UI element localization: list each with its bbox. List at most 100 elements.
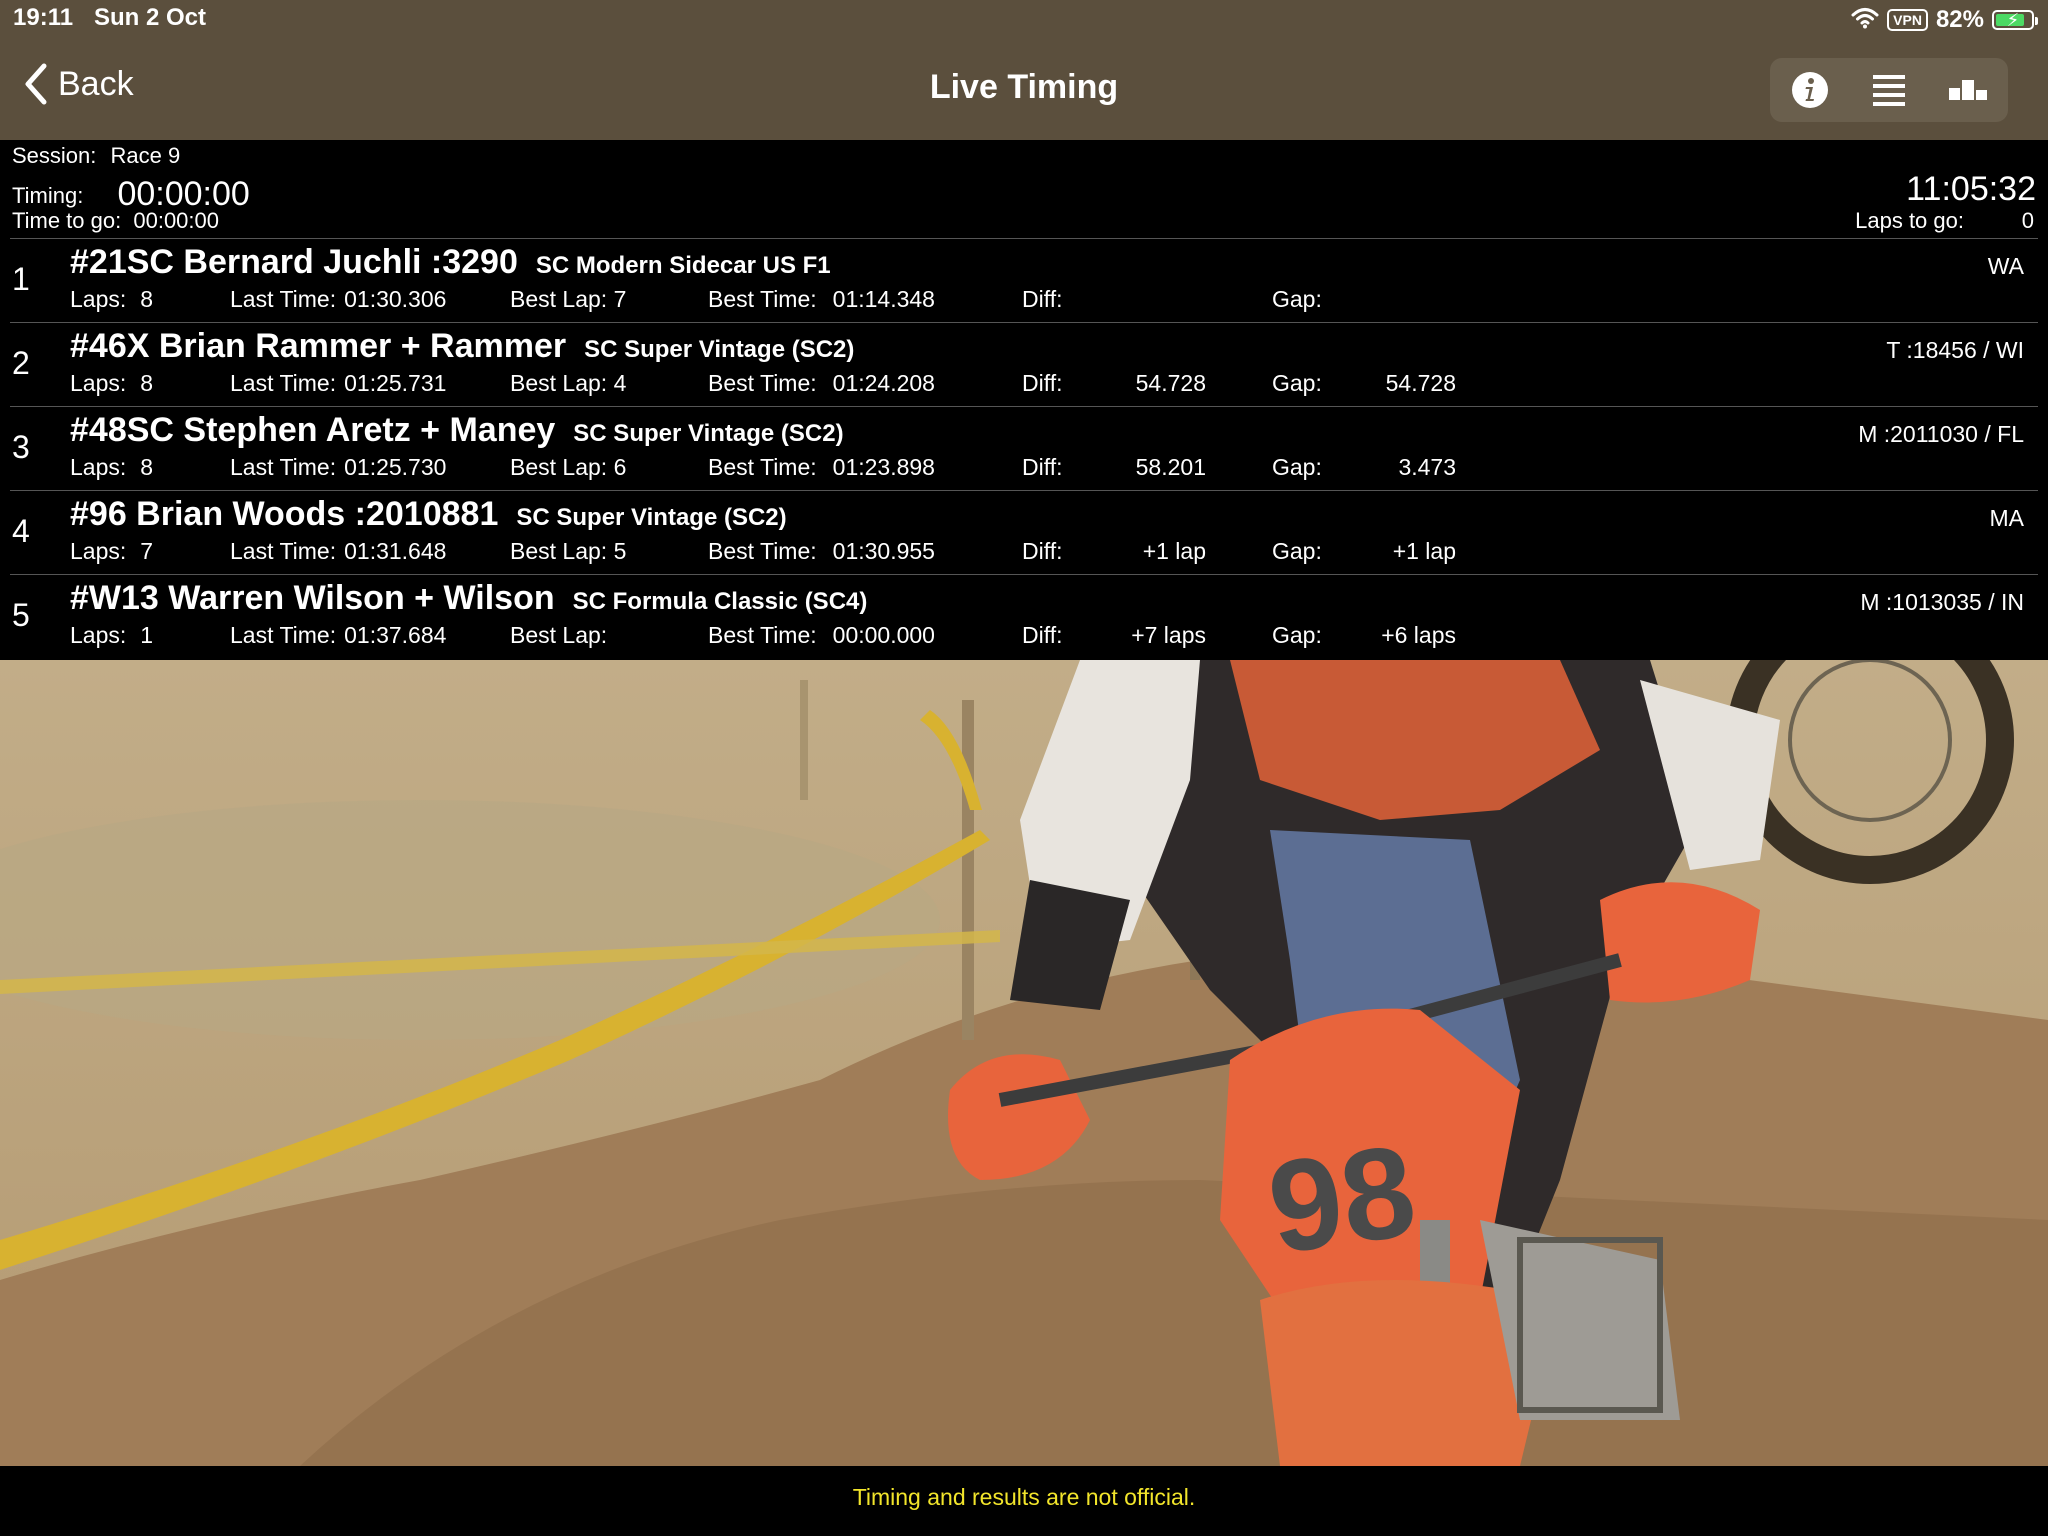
laps-value: 1: [140, 622, 154, 648]
position: 4: [12, 513, 30, 549]
rider-state: WA: [1987, 253, 2024, 279]
best-lap-value: 6: [613, 454, 627, 480]
diff-value: +7 laps: [1131, 622, 1206, 648]
status-time: 19:11: [13, 4, 74, 31]
podium-button[interactable]: [1928, 58, 2007, 122]
position: 1: [12, 261, 30, 297]
diff-value: 54.728: [1135, 370, 1206, 396]
rider-name: #48SC Stephen Aretz + Maney SC Super Vint…: [70, 411, 844, 450]
rider-name: #21SC Bernard Juchli :3290 SC Modern Side…: [70, 243, 831, 282]
result-row[interactable]: 3 #48SC Stephen Aretz + Maney SC Super Vi…: [10, 406, 2038, 490]
best-time-value: 01:23.898: [832, 454, 935, 480]
last-time-cell: Last Time: 01:37.684: [230, 622, 446, 649]
page-title: Live Timing: [929, 68, 1119, 106]
session-header: Session: Race 9 Timing: 00:00:00 Time to…: [0, 140, 2048, 238]
motocross-photo: 98: [0, 660, 2048, 1466]
last-time-label: Last Time:: [230, 286, 337, 312]
best-lap-cell: Best Lap: 5: [510, 538, 626, 565]
battery-percent: 82%: [1935, 6, 1984, 33]
rider-class: SC Formula Classic (SC4): [572, 588, 868, 615]
session-value: Race 9: [110, 143, 181, 168]
footer: Timing and results are not official.: [0, 1466, 2048, 1536]
laps-cell: Laps: 8: [70, 454, 153, 481]
best-time-cell: Best Time: 01:24.208: [708, 370, 935, 397]
laps-cell: Laps: 8: [70, 370, 153, 397]
best-time-label: Best Time:: [708, 454, 817, 480]
last-time-value: 01:25.730: [344, 454, 447, 480]
last-time-value: 01:31.648: [344, 538, 447, 564]
best-lap-cell: Best Lap:: [510, 622, 607, 649]
rider-name: #46X Brian Rammer + Rammer SC Super Vinta…: [70, 327, 854, 366]
rider-name: #96 Brian Woods :2010881 SC Super Vintage…: [70, 495, 787, 534]
last-time-cell: Last Time: 01:25.730: [230, 454, 446, 481]
result-row[interactable]: 4 #96 Brian Woods :2010881 SC Super Vinta…: [10, 490, 2038, 574]
rider-state: M :2011030 / FL: [1858, 421, 2024, 447]
diff-label: Diff:: [1022, 622, 1063, 648]
best-lap-label: Best Lap:: [510, 622, 608, 648]
list-button[interactable]: [1849, 58, 1928, 122]
time-to-go-info: Time to go: 00:00:00: [12, 208, 219, 234]
best-time-cell: Best Time: 01:23.898: [708, 454, 935, 481]
position: 2: [12, 345, 30, 381]
gap-value: +1 lap: [1392, 538, 1456, 564]
result-row[interactable]: 5 #W13 Warren Wilson + Wilson SC Formula …: [10, 574, 2038, 658]
app: 19:11 Sun 2 Oct VPN 82% ⚡ Back Live Timi…: [0, 0, 2048, 1536]
last-time-value: 01:25.731: [344, 370, 447, 396]
diff-label: Diff:: [1022, 538, 1063, 564]
diff-label: Diff:: [1022, 286, 1063, 312]
laps-cell: Laps: 1: [70, 622, 153, 649]
best-lap-cell: Best Lap: 6: [510, 454, 626, 481]
last-time-label: Last Time:: [230, 622, 337, 648]
laps-cell: Laps: 7: [70, 538, 153, 565]
laps-label: Laps:: [70, 454, 127, 480]
bike-number: 98: [1260, 1117, 1424, 1282]
last-time-value: 01:37.684: [344, 622, 447, 648]
best-lap-label: Best Lap:: [510, 454, 608, 480]
top-bar: 19:11 Sun 2 Oct VPN 82% ⚡ Back Live Timi…: [0, 0, 2048, 140]
podium-icon: [1948, 80, 1987, 100]
laps-label: Laps:: [70, 538, 127, 564]
best-lap-cell: Best Lap: 7: [510, 286, 626, 313]
best-lap-label: Best Lap:: [510, 286, 608, 312]
diff-value: 58.201: [1135, 454, 1206, 480]
rider-state: T :18456 / WI: [1886, 337, 2024, 363]
rider-state: M :1013035 / IN: [1860, 589, 2024, 615]
gap-label: Gap:: [1272, 538, 1322, 564]
position: 5: [12, 597, 30, 633]
charging-bolt-icon: ⚡: [2006, 10, 2020, 30]
diff-label: Diff:: [1022, 454, 1063, 480]
best-lap-value: 4: [613, 370, 627, 396]
status-right: VPN 82% ⚡: [1851, 4, 2038, 36]
rider-state: MA: [1989, 505, 2025, 531]
race-clock: 11:05:32: [1906, 170, 2036, 208]
best-time-value: 00:00.000: [832, 622, 935, 648]
gap-label: Gap:: [1272, 286, 1322, 312]
laps-to-go-value: 0: [2021, 208, 2034, 233]
laps-to-go: Laps to go: 0: [1855, 208, 2034, 234]
rider-class: SC Super Vintage (SC2): [584, 336, 855, 363]
best-time-label: Best Time:: [708, 538, 817, 564]
session-label: Session:: [12, 143, 97, 168]
disclaimer-note: Timing and results are not official.: [852, 1484, 1196, 1510]
laps-label: Laps:: [70, 622, 127, 648]
best-lap-value: 5: [613, 538, 627, 564]
time-to-go-label: Time to go:: [12, 208, 122, 233]
rider-name-text: #46X Brian Rammer + Rammer: [70, 327, 567, 365]
gap-value: +6 laps: [1381, 622, 1456, 648]
laps-label: Laps:: [70, 286, 127, 312]
gap-value: 54.728: [1385, 370, 1456, 396]
result-row[interactable]: 1 #21SC Bernard Juchli :3290 SC Modern Si…: [10, 238, 2038, 322]
best-lap-label: Best Lap:: [510, 370, 608, 396]
rider-name: #W13 Warren Wilson + Wilson SC Formula Cl…: [70, 579, 867, 618]
results-list: 1 #21SC Bernard Juchli :3290 SC Modern Si…: [0, 238, 2048, 658]
best-time-label: Best Time:: [708, 286, 817, 312]
rider-name-text: #96 Brian Woods :2010881: [70, 495, 499, 533]
info-button[interactable]: [1770, 58, 1849, 122]
gap-label: Gap:: [1272, 370, 1322, 396]
last-time-cell: Last Time: 01:31.648: [230, 538, 446, 565]
position: 3: [12, 429, 30, 465]
laps-cell: Laps: 8: [70, 286, 153, 313]
result-row[interactable]: 2 #46X Brian Rammer + Rammer SC Super Vin…: [10, 322, 2038, 406]
best-time-cell: Best Time: 01:14.348: [708, 286, 935, 313]
last-time-value: 01:30.306: [344, 286, 447, 312]
